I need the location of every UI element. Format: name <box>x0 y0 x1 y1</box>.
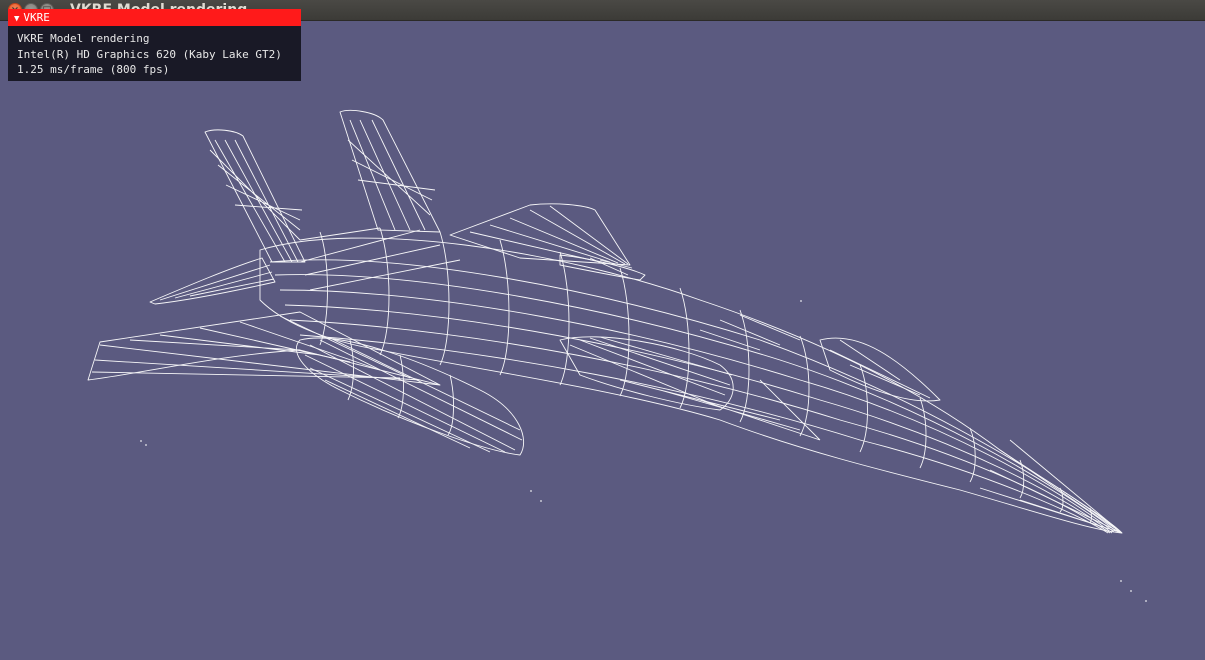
vkre-panel-body: VKRE Model rendering Intel(R) HD Graphic… <box>8 26 301 78</box>
right-tail-fin <box>339 109 441 233</box>
vkre-info-panel: ▼ VKRE VKRE Model rendering Intel(R) HD G… <box>8 9 301 81</box>
left-wing <box>87 311 441 386</box>
app-name-text: VKRE Model rendering <box>17 32 150 45</box>
right-missile <box>559 254 646 281</box>
vkre-panel-title: VKRE <box>23 11 50 24</box>
gpu-name-text: Intel(R) HD Graphics 620 (Kaby Lake GT2) <box>17 47 282 61</box>
render-viewport[interactable] <box>0 21 1205 660</box>
jet-wireframe-model <box>87 109 1147 602</box>
left-tail-fin <box>204 129 306 263</box>
collapse-triangle-icon[interactable]: ▼ <box>14 14 19 24</box>
engine-intake <box>559 336 734 411</box>
vkre-panel-header[interactable]: ▼ VKRE <box>8 9 301 26</box>
right-wing <box>449 203 631 266</box>
frame-time-text: 1.25 ms/frame (800 fps) <box>17 63 170 76</box>
application-window: × – □ VKRE Model rendering <box>0 0 1205 660</box>
